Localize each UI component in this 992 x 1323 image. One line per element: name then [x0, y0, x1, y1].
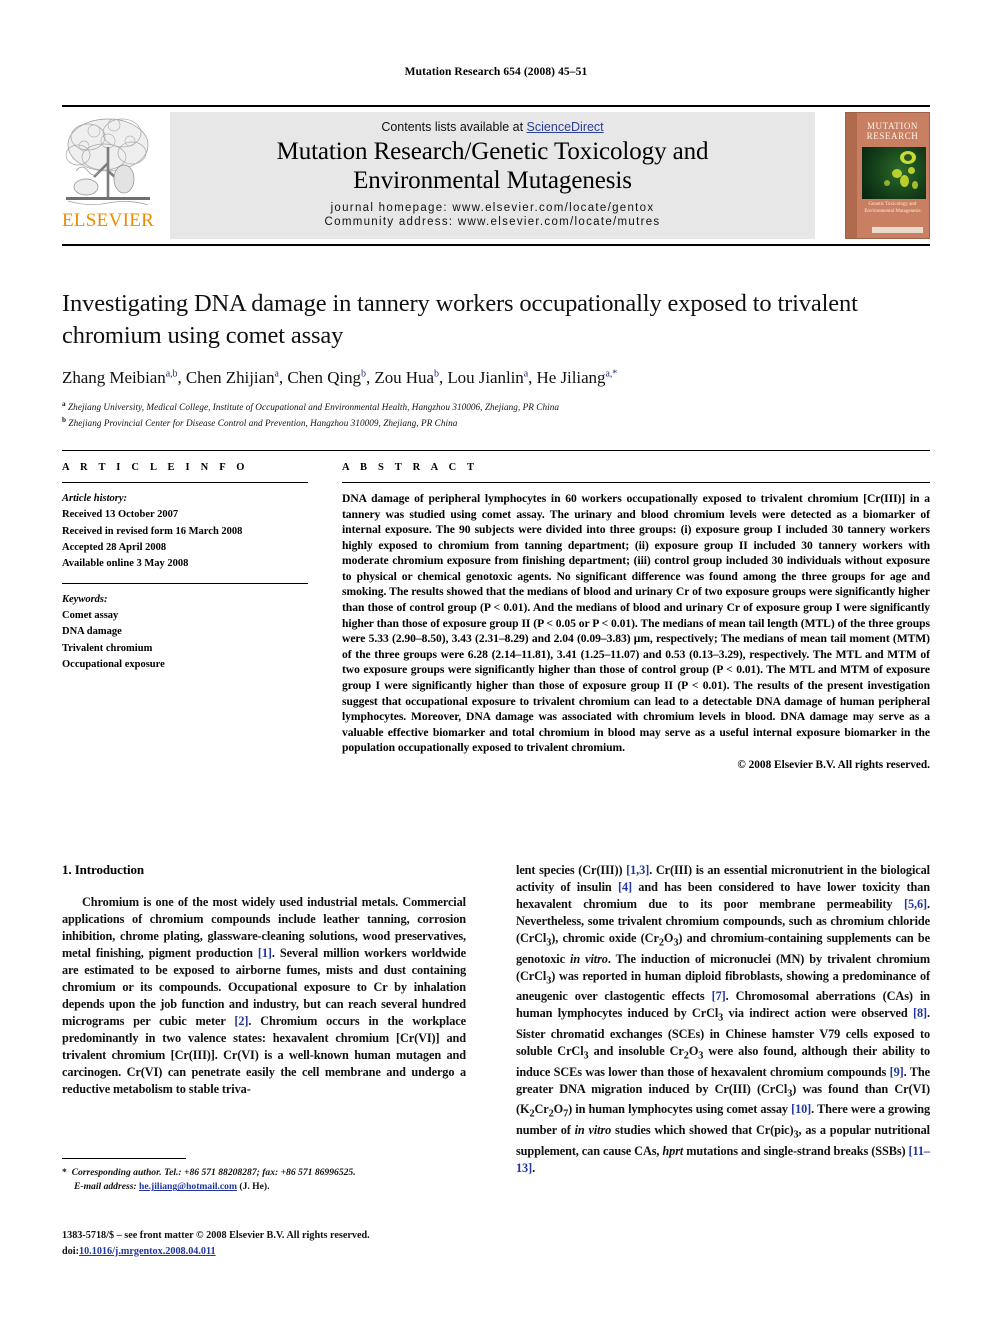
- keywords-list: Comet assay DNA damage Trivalent chromiu…: [62, 608, 308, 674]
- community-address[interactable]: Community address: www.elsevier.com/loca…: [170, 216, 815, 228]
- article-info-column: A R T I C L E I N F O Article history: R…: [62, 462, 308, 674]
- copyright-line: © 2008 Elsevier B.V. All rights reserved…: [737, 758, 930, 771]
- affiliation-a-text: Zhejiang University, Medical College, In…: [68, 401, 560, 412]
- affiliation-a: a Zhejiang University, Medical College, …: [62, 399, 560, 412]
- journal-title: Mutation Research/Genetic Toxicology and…: [170, 137, 815, 195]
- keyword-item: Trivalent chromium: [62, 642, 153, 654]
- abstract-text: DNA damage of peripheral lymphocytes in …: [342, 492, 930, 755]
- contents-available-line: Contents lists available at ScienceDirec…: [170, 120, 815, 134]
- email-line: E-mail address: he.jiliang@hotmail.com (…: [62, 1180, 466, 1194]
- corresponding-author-line: * Corresponding author. Tel.: +86 571 88…: [62, 1167, 356, 1178]
- abstract-column: A B S T R A C T DNA damage of peripheral…: [342, 462, 930, 771]
- introduction-paragraph-right: lent species (Cr(III)) [1,3]. Cr(III) is…: [516, 863, 931, 1175]
- journal-title-line1: Mutation Research/Genetic Toxicology and: [276, 138, 709, 165]
- article-history-label: Article history:: [62, 493, 128, 504]
- keyword-item: Occupational exposure: [62, 659, 165, 671]
- abstract-rule: [342, 482, 930, 483]
- footnote-rule: [62, 1158, 186, 1159]
- journal-band: Contents lists available at ScienceDirec…: [170, 112, 815, 239]
- section-divider-rule: [62, 450, 930, 451]
- affiliation-b-text: Zhejiang Provincial Center for Disease C…: [68, 417, 458, 428]
- email-suffix: (J. He).: [239, 1181, 270, 1193]
- journal-masthead: ELSEVIER Contents lists available at Sci…: [62, 105, 930, 246]
- journal-cover-thumbnail: MUTATION RESEARCH Genetic Toxicology and…: [845, 112, 930, 239]
- affiliations: a Zhejiang University, Medical College, …: [62, 399, 868, 431]
- article-info-rule: [62, 482, 308, 483]
- cover-title-line2: RESEARCH: [866, 131, 919, 142]
- contents-prefix: Contents lists available at: [381, 120, 527, 134]
- doi-line: doi:10.1016/j.mrgentox.2008.04.011: [62, 1244, 532, 1260]
- sciencedirect-link[interactable]: ScienceDirect: [527, 120, 604, 134]
- email-link[interactable]: he.jiliang@hotmail.com: [139, 1181, 237, 1192]
- elsevier-wordmark: ELSEVIER: [62, 210, 155, 231]
- doi-link[interactable]: 10.1016/j.mrgentox.2008.04.011: [79, 1246, 216, 1257]
- cover-spine: [846, 113, 857, 238]
- running-head: Mutation Research 654 (2008) 45–51: [404, 66, 588, 78]
- cover-footer-bar: [872, 227, 923, 233]
- article-info-heading: A R T I C L E I N F O: [62, 462, 249, 473]
- journal-homepage[interactable]: journal homepage: www.elsevier.com/locat…: [170, 202, 815, 214]
- author-list: Zhang Meibiana,b, Chen Zhijiana, Chen Qi…: [62, 367, 618, 387]
- introduction-heading: 1. Introduction: [62, 862, 145, 877]
- elsevier-logo: ELSEVIER: [62, 111, 154, 239]
- history-item: Received 13 October 2007: [62, 509, 179, 521]
- imprint-block: 1383-5718/$ – see front matter © 2008 El…: [62, 1228, 532, 1259]
- article-title-block: Investigating DNA damage in tannery work…: [62, 288, 868, 431]
- cover-subtitle: Genetic Toxicology and Environmental Mut…: [860, 202, 925, 215]
- article-history-list: Received 13 October 2007 Received in rev…: [62, 507, 308, 573]
- affiliation-b: b Zhejiang Provincial Center for Disease…: [62, 415, 458, 428]
- keyword-item: DNA damage: [62, 626, 122, 638]
- cover-title: MUTATION RESEARCH: [861, 121, 924, 141]
- keywords-rule: [62, 582, 308, 584]
- body-column-left: 1. Introduction Chromium is one of the m…: [62, 862, 466, 1098]
- page-title: Investigating DNA damage in tannery work…: [62, 290, 858, 349]
- history-item: Available online 3 May 2008: [62, 558, 189, 570]
- history-item: Received in revised form 16 March 2008: [62, 525, 243, 537]
- corresponding-author-note: * Corresponding author. Tel.: +86 571 88…: [62, 1166, 466, 1195]
- cover-subtitle-line1: Genetic Toxicology and: [868, 202, 917, 207]
- doi-label: doi:: [62, 1245, 79, 1257]
- body-column-right: lent species (Cr(III)) [1,3]. Cr(III) is…: [516, 862, 930, 1177]
- email-label: E-mail address:: [74, 1181, 137, 1193]
- history-item: Accepted 28 April 2008: [62, 542, 167, 554]
- introduction-paragraph-left: Chromium is one of the most widely used …: [62, 895, 466, 1097]
- cover-subtitle-line2: Environmental Mutagenesis: [864, 208, 921, 214]
- keywords-label: Keywords:: [62, 593, 108, 605]
- paper-page: Mutation Research 654 (2008) 45–51 ELSEV…: [0, 0, 992, 1323]
- cover-title-line1: MUTATION: [866, 121, 919, 131]
- journal-title-line2: Environmental Mutagenesis: [353, 167, 632, 194]
- elsevier-tree-icon: [65, 118, 150, 206]
- abstract-heading: A B S T R A C T: [342, 462, 479, 473]
- keyword-item: Comet assay: [62, 610, 119, 622]
- cover-micrograph-image: [862, 147, 926, 199]
- issn-line: 1383-5718/$ – see front matter © 2008 El…: [62, 1230, 370, 1241]
